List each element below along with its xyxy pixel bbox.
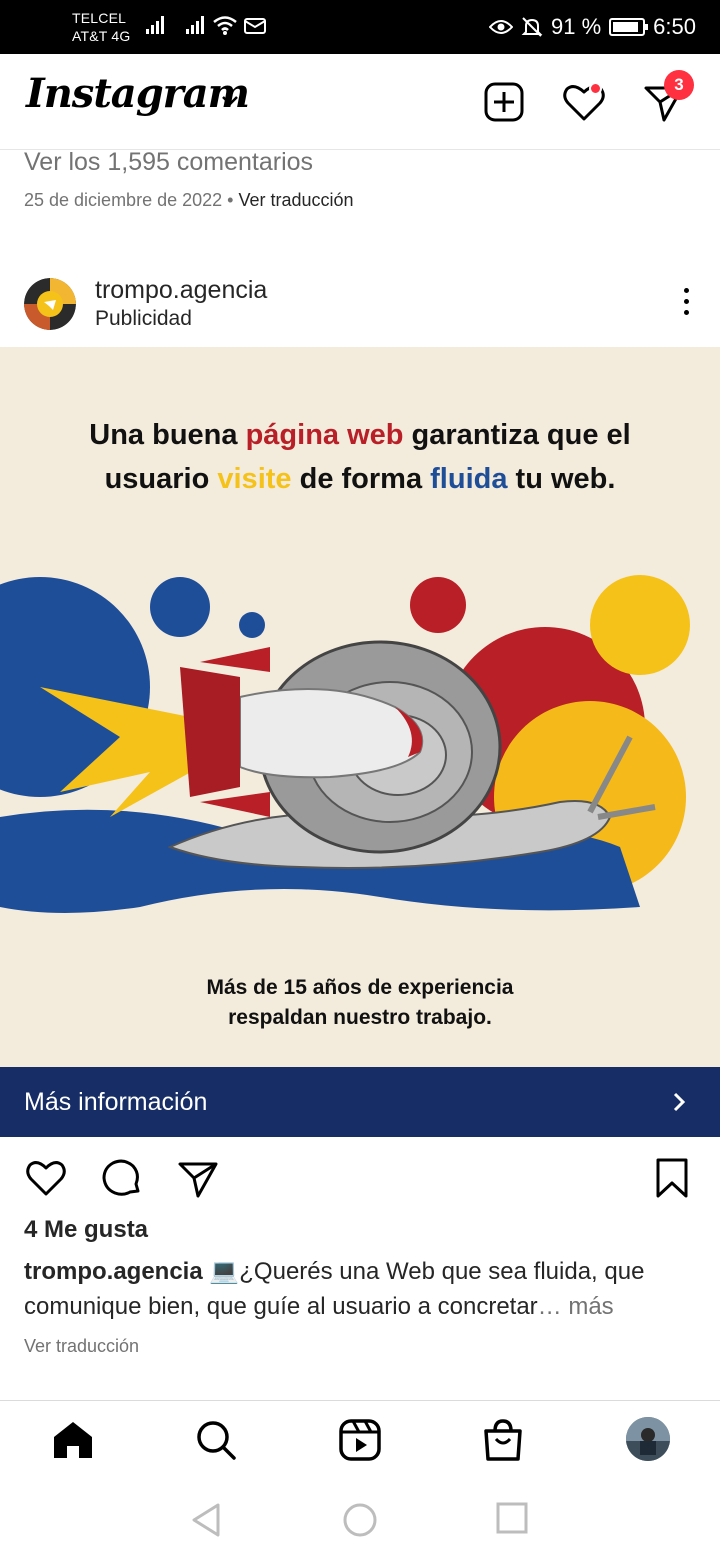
- save-button[interactable]: [650, 1156, 694, 1200]
- post-caption: trompo.agencia 💻¿Querés una Web que sea …: [24, 1254, 700, 1324]
- separator: •: [227, 190, 234, 210]
- headline-text: usuario: [104, 463, 218, 495]
- caption-more-link[interactable]: … más: [538, 1293, 614, 1320]
- signal-1-icon: [146, 16, 166, 34]
- messages-badge: 3: [664, 70, 694, 100]
- more-info-button[interactable]: Más información: [0, 1067, 720, 1137]
- likes-count[interactable]: 4 Me gusta: [24, 1216, 148, 1244]
- status-right: 91 % 6:50: [489, 12, 696, 42]
- bell-off-icon: [521, 17, 543, 37]
- caption-username[interactable]: trompo.agencia: [24, 1258, 203, 1285]
- see-translation-link[interactable]: Ver traducción: [238, 190, 353, 210]
- instagram-logo[interactable]: Instagram: [26, 70, 250, 117]
- notification-dot: [589, 82, 602, 95]
- ad-tagline: Más de 15 años de experiencia respaldan …: [0, 973, 720, 1033]
- wifi-icon: [213, 16, 237, 35]
- comment-button[interactable]: [100, 1156, 144, 1200]
- new-post-icon: [484, 82, 524, 122]
- battery-percent: 91 %: [551, 14, 602, 39]
- headline-highlight-blue: fluida: [430, 463, 508, 495]
- headline-line-1: Una buena página web garantiza que el: [0, 413, 720, 457]
- post-actions: [0, 1140, 720, 1216]
- ad-image[interactable]: Una buena página web garantiza que el us…: [0, 347, 720, 1067]
- tagline-line-2: respaldan nuestro trabajo.: [228, 1006, 492, 1029]
- see-translation-link[interactable]: Ver traducción: [24, 1336, 139, 1357]
- headline-highlight-red: página web: [245, 419, 404, 451]
- comment-icon: [102, 1159, 140, 1196]
- chevron-right-icon: [673, 1092, 686, 1112]
- back-icon[interactable]: [190, 1502, 222, 1538]
- home-circle-icon[interactable]: [342, 1502, 378, 1538]
- status-bar: TELCEL AT&T 4G 91 % 6:50: [0, 0, 720, 54]
- headline-line-2: usuario visite de forma fluida tu web.: [0, 457, 720, 501]
- app-header: Instagram 3: [0, 54, 720, 150]
- post-header: trompo.agencia Publicidad: [0, 262, 720, 346]
- share-button[interactable]: [176, 1156, 220, 1200]
- tagline-line-1: Más de 15 años de experiencia: [206, 976, 514, 999]
- bookmark-icon: [656, 1158, 688, 1198]
- more-icon[interactable]: [682, 288, 690, 318]
- nav-profile-avatar[interactable]: [626, 1417, 670, 1461]
- mail-icon: [244, 18, 266, 34]
- nav-home[interactable]: [50, 1417, 96, 1463]
- headline-text: garantiza que el: [403, 419, 631, 451]
- nav-shop[interactable]: [480, 1417, 526, 1463]
- reels-icon: [339, 1419, 381, 1461]
- eye-icon: [489, 20, 514, 34]
- trompo-logo-icon: [24, 278, 76, 330]
- avatar[interactable]: [24, 278, 76, 330]
- sponsored-label: Publicidad: [95, 307, 192, 330]
- laptop-emoji-icon: 💻: [209, 1258, 240, 1285]
- battery-icon: [609, 18, 649, 36]
- system-nav: [0, 1478, 720, 1560]
- post-date: 25 de diciembre de 2022: [24, 190, 223, 210]
- profile-avatar-icon: [626, 1417, 670, 1461]
- rocket-snail-illustration: [0, 575, 690, 913]
- nav-reels[interactable]: [337, 1417, 383, 1463]
- more-info-label: Más información: [24, 1088, 208, 1116]
- like-button[interactable]: [24, 1156, 68, 1200]
- carrier-info: TELCEL AT&T 4G: [72, 9, 130, 45]
- recents-icon[interactable]: [496, 1502, 528, 1534]
- new-post-button[interactable]: [480, 78, 528, 126]
- view-comments-link[interactable]: Ver los 1,595 comentarios: [24, 148, 313, 177]
- post-username[interactable]: trompo.agencia: [95, 276, 267, 305]
- carrier-name: TELCEL: [72, 10, 127, 26]
- carrier-network: AT&T 4G: [72, 28, 131, 44]
- share-icon: [178, 1162, 218, 1198]
- home-icon: [54, 1422, 92, 1458]
- bottom-nav: [0, 1400, 720, 1478]
- headline-text: de forma: [291, 463, 431, 495]
- direct-messages-button[interactable]: 3: [640, 70, 694, 126]
- clock: 6:50: [653, 14, 696, 39]
- shop-icon: [484, 1419, 522, 1461]
- headline-highlight-yellow: visite: [217, 463, 292, 495]
- headline-text: Una buena: [89, 419, 246, 451]
- heart-icon: [26, 1161, 66, 1196]
- ad-headline: Una buena página web garantiza que el us…: [0, 413, 720, 501]
- activity-button[interactable]: [560, 78, 608, 126]
- headline-text: tu web.: [507, 463, 616, 495]
- search-icon: [197, 1421, 236, 1460]
- chevron-down-icon[interactable]: [220, 94, 240, 108]
- nav-search[interactable]: [193, 1417, 239, 1463]
- post-date-row: 25 de diciembre de 2022 • Ver traducción: [24, 190, 354, 211]
- signal-2-icon: [186, 16, 206, 34]
